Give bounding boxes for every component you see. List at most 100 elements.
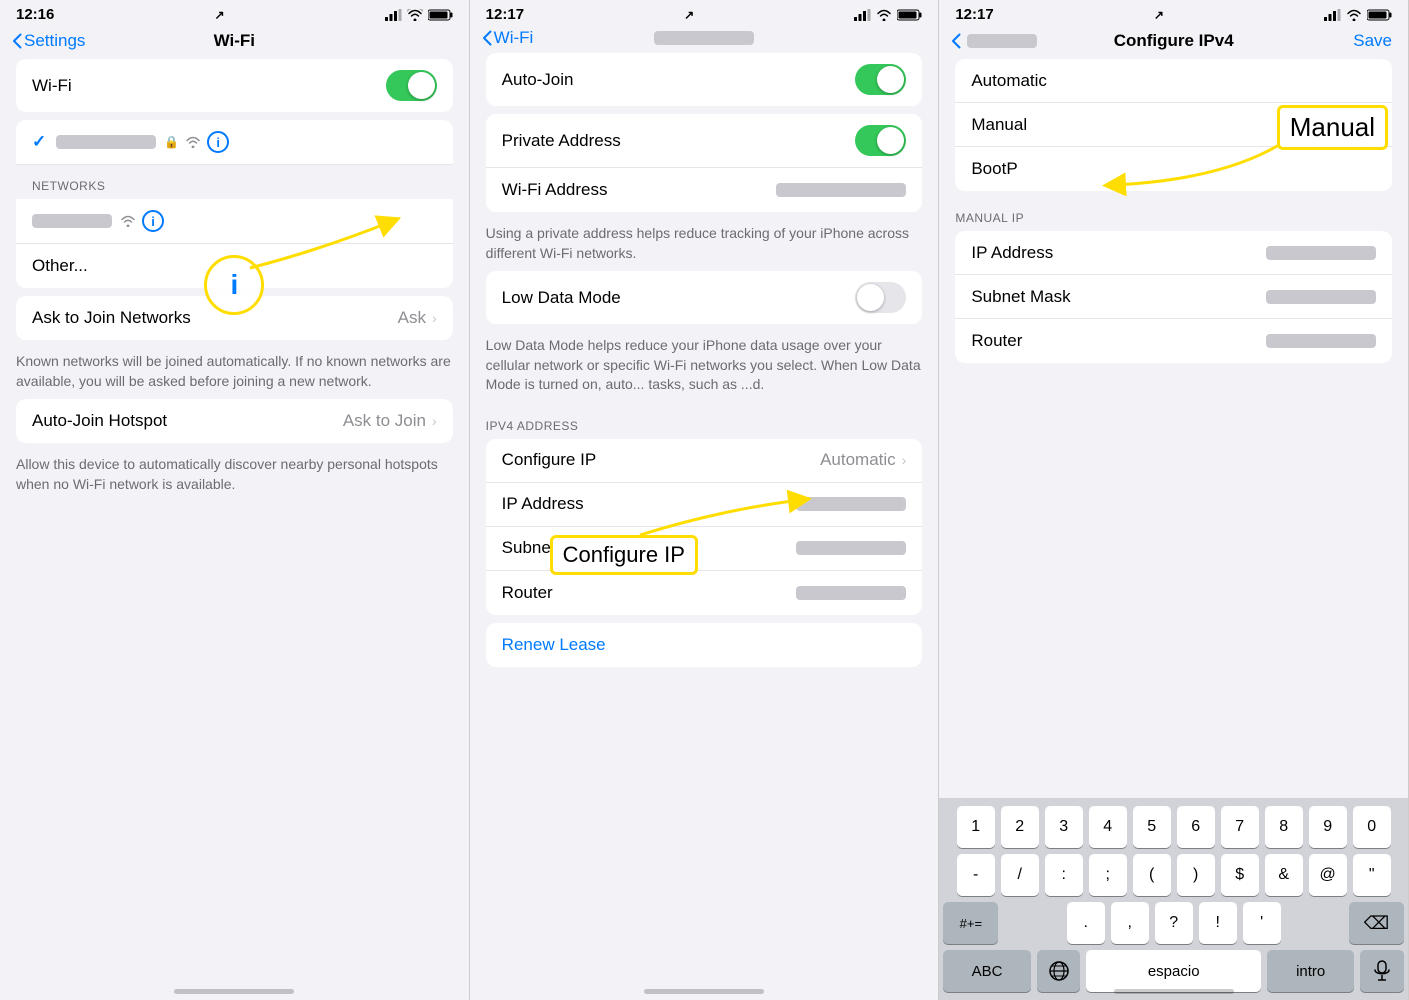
key-7[interactable]: 7 (1221, 806, 1259, 848)
nav-back-2[interactable]: Wi-Fi (482, 28, 534, 48)
ip-address-label-3: IP Address (971, 243, 1266, 263)
auto-join-toggle-2[interactable] (855, 64, 906, 95)
ip-address-row-3[interactable]: IP Address (955, 231, 1392, 275)
auto-join-desc: Allow this device to automatically disco… (0, 451, 469, 502)
key-return[interactable]: intro (1267, 950, 1354, 992)
renew-lease-label[interactable]: Renew Lease (502, 635, 907, 655)
status-time-3: 12:17 (955, 6, 993, 23)
networks-section-header: NETWORKS (16, 171, 453, 197)
auto-join-group-2: Auto-Join (486, 53, 923, 106)
key-colon[interactable]: : (1045, 854, 1083, 896)
subnet-mask-row-3[interactable]: Subnet Mask (955, 275, 1392, 319)
signal-icon-3 (1324, 9, 1341, 21)
key-minus[interactable]: - (957, 854, 995, 896)
key-question[interactable]: ? (1155, 902, 1193, 944)
wifi-icon-other (120, 215, 136, 227)
wifi-toggle[interactable] (386, 70, 437, 101)
wifi-status-icon-3 (1346, 9, 1362, 21)
key-period[interactable]: . (1067, 902, 1105, 944)
key-dollar[interactable]: $ (1221, 854, 1259, 896)
globe-icon (1048, 960, 1070, 982)
ip-address-value-2 (796, 497, 906, 511)
other-network-icons: i (120, 210, 164, 232)
status-icons-3 (1324, 9, 1392, 21)
manual-annotation-box: Manual (1277, 105, 1388, 150)
connected-info-btn[interactable]: i (207, 131, 229, 153)
key-semicolon[interactable]: ; (1089, 854, 1127, 896)
key-quote[interactable]: " (1353, 854, 1391, 896)
key-ampersand[interactable]: & (1265, 854, 1303, 896)
key-2[interactable]: 2 (1001, 806, 1039, 848)
private-addr-row[interactable]: Private Address (486, 114, 923, 168)
configure-ip-row[interactable]: Configure IP Automatic › (486, 439, 923, 483)
wifi-addr-label: Wi-Fi Address (502, 180, 777, 200)
key-1[interactable]: 1 (957, 806, 995, 848)
key-9[interactable]: 9 (1309, 806, 1347, 848)
status-arrow-2: ↗ (684, 8, 694, 22)
key-close-paren[interactable]: ) (1177, 854, 1215, 896)
auto-join-row-2[interactable]: Auto-Join (486, 53, 923, 106)
key-comma[interactable]: , (1111, 902, 1149, 944)
connected-network-row[interactable]: ✓ 🔒 i (16, 120, 453, 165)
key-space[interactable]: espacio (1086, 950, 1261, 992)
key-symbols-toggle[interactable]: #+= (943, 902, 998, 944)
router-label-2: Router (502, 583, 797, 603)
key-exclaim[interactable]: ! (1199, 902, 1237, 944)
router-value-2 (796, 586, 906, 600)
key-3[interactable]: 3 (1045, 806, 1083, 848)
home-indicator-3 (1114, 989, 1234, 994)
keyboard-number-row: 1 2 3 4 5 6 7 8 9 0 (943, 806, 1404, 848)
network-icons: 🔒 i (164, 131, 229, 153)
configure-ip-label: Configure IP (502, 450, 820, 470)
wifi-toggle-row[interactable]: Wi-Fi (16, 59, 453, 112)
wifi-addr-value (776, 183, 906, 197)
nav-title-blur-2 (654, 31, 754, 45)
nav-title-3: Configure IPv4 (1114, 31, 1234, 51)
key-abc[interactable]: ABC (943, 950, 1030, 992)
other-network-info-btn[interactable]: i (142, 210, 164, 232)
key-6[interactable]: 6 (1177, 806, 1215, 848)
key-mic[interactable] (1360, 950, 1404, 992)
key-backspace[interactable]: ⌫ (1349, 902, 1404, 944)
key-5[interactable]: 5 (1133, 806, 1171, 848)
private-addr-toggle[interactable] (855, 125, 906, 156)
subnet-mask-value-3 (1266, 290, 1376, 304)
key-open-paren[interactable]: ( (1133, 854, 1171, 896)
nav-back-1[interactable]: Settings (12, 31, 85, 51)
bootp-option[interactable]: BootP (955, 147, 1392, 191)
ask-join-chevron: › (432, 310, 437, 326)
info-annotation-large: i (204, 255, 264, 315)
renew-lease-row[interactable]: Renew Lease (486, 623, 923, 667)
nav-back-3[interactable] (951, 33, 1037, 49)
save-button-3[interactable]: Save (1353, 31, 1392, 51)
status-time-2: 12:17 (486, 6, 524, 23)
key-slash[interactable]: / (1001, 854, 1039, 896)
configure-ip-value: Automatic (820, 450, 896, 470)
key-globe[interactable] (1037, 950, 1081, 992)
ip-address-value-3 (1266, 246, 1376, 260)
keyboard: 1 2 3 4 5 6 7 8 9 0 - / : ; ( ) $ & @ " … (939, 798, 1408, 1000)
key-8[interactable]: 8 (1265, 806, 1303, 848)
automatic-option[interactable]: Automatic (955, 59, 1392, 103)
router-row-3[interactable]: Router (955, 319, 1392, 363)
wifi-strength-icon (185, 136, 201, 148)
key-0[interactable]: 0 (1353, 806, 1391, 848)
keyboard-bottom-row: ABC espacio intro (943, 950, 1404, 992)
low-data-toggle[interactable] (855, 282, 906, 313)
auto-join-row[interactable]: Auto-Join Hotspot Ask to Join › (16, 399, 453, 443)
key-4[interactable]: 4 (1089, 806, 1127, 848)
subnet-mask-value-2 (796, 541, 906, 555)
low-data-row[interactable]: Low Data Mode (486, 271, 923, 324)
status-icons-2 (854, 9, 922, 21)
wifi-addr-row: Wi-Fi Address (486, 168, 923, 212)
key-at[interactable]: @ (1309, 854, 1347, 896)
manual-ip-header: MANUAL IP (939, 203, 1408, 229)
private-addr-label: Private Address (502, 131, 856, 151)
keyboard-misc-row: #+= . , ? ! ' ⌫ (943, 902, 1404, 944)
other-network-row[interactable]: i (16, 199, 453, 244)
back-label-2: Wi-Fi (494, 28, 534, 48)
ipv4-group: Configure IP Automatic › IP Address Subn… (486, 439, 923, 615)
status-time-1: 12:16 (16, 6, 54, 23)
key-apostrophe[interactable]: ' (1243, 902, 1281, 944)
battery-icon-3 (1367, 9, 1392, 21)
